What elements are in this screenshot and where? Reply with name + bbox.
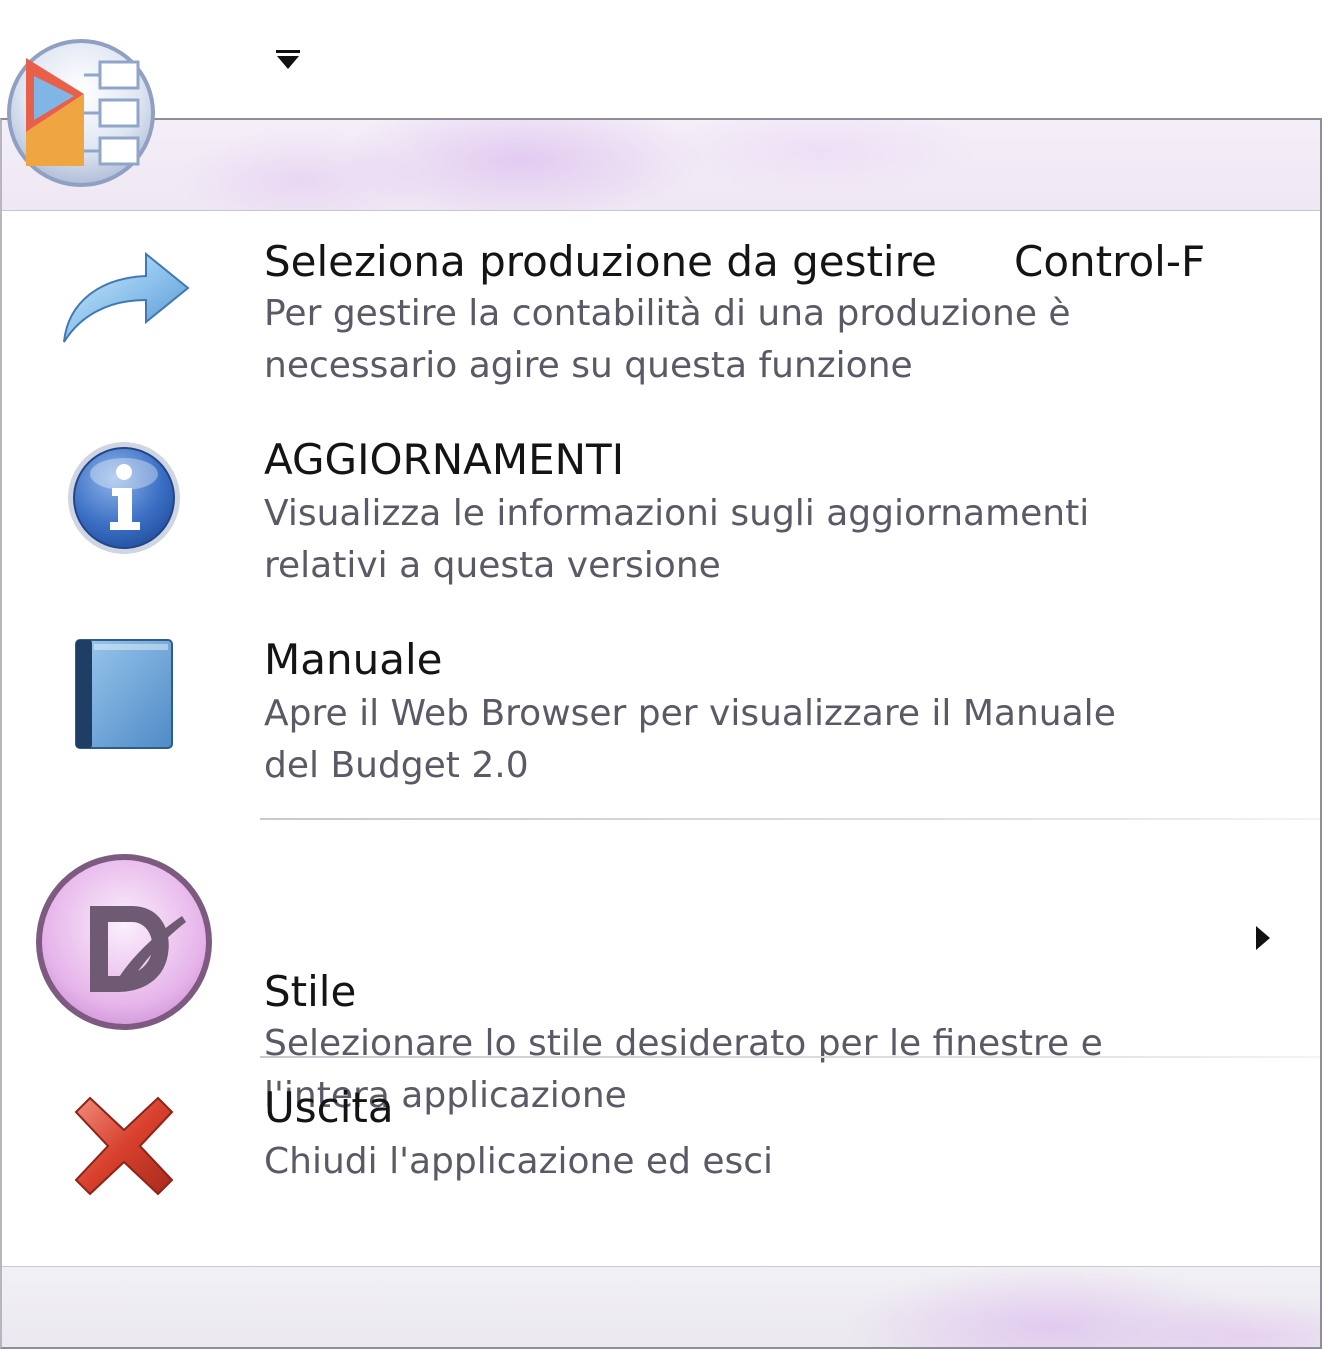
application-window: Seleziona produzione da gestire Control-…	[0, 0, 1329, 1349]
description-line: Visualizza le informazioni sugli aggiorn…	[264, 493, 1090, 534]
info-icon	[64, 438, 184, 558]
close-icon	[72, 1094, 176, 1198]
menu-separator	[260, 1056, 1320, 1058]
keyboard-shortcut: Control-F	[1014, 237, 1206, 286]
menu-item-description: Chiudi l'applicazione ed esci	[264, 1136, 1204, 1188]
menu-item-title: AGGIORNAMENTI	[264, 435, 625, 484]
application-menu-button[interactable]	[4, 36, 158, 190]
description-line: Apre il Web Browser per visualizzare il …	[264, 693, 1116, 734]
description-line: Chiudi l'applicazione ed esci	[264, 1141, 774, 1182]
quick-access-dropdown-button[interactable]	[270, 40, 306, 76]
menu-item-style[interactable]: Stile Selezionare lo stile desiderato pe…	[2, 822, 1320, 1116]
style-icon	[32, 850, 216, 1034]
description-line: relativi a questa versione	[264, 545, 721, 586]
menu-item-select-production[interactable]: Seleziona produzione da gestire Control-…	[2, 212, 1320, 412]
menu-item-title: Stile	[264, 967, 357, 1016]
menu-item-title: Uscita	[264, 1083, 394, 1132]
forward-arrow-icon	[54, 242, 194, 352]
application-orb-icon	[7, 39, 155, 187]
menu-item-description: Per gestire la contabilità di una produz…	[264, 288, 1204, 392]
menu-separator	[260, 818, 1320, 820]
description-line: Per gestire la contabilità di una produz…	[264, 293, 1071, 334]
menu-footer	[2, 1266, 1320, 1347]
submenu-arrow-icon	[1256, 926, 1270, 950]
description-line: necessario agire su questa funzione	[264, 345, 913, 386]
menu-item-title: Manuale	[264, 635, 443, 684]
menu-item-description: Apre il Web Browser per visualizzare il …	[264, 688, 1204, 792]
description-line: del Budget 2.0	[264, 745, 529, 786]
menu-item-updates[interactable]: AGGIORNAMENTI Visualizza le informazioni…	[2, 412, 1320, 612]
quick-access-toolbar	[0, 0, 1329, 120]
book-icon	[72, 636, 176, 752]
window-edge	[1322, 0, 1329, 1349]
menu-header	[2, 120, 1320, 211]
menu-item-title: Seleziona produzione da gestire	[264, 237, 937, 286]
dropdown-arrow-icon	[276, 50, 300, 69]
menu-item-manual[interactable]: Manuale Apre il Web Browser per visualiz…	[2, 612, 1320, 818]
menu-item-exit[interactable]: Uscita Chiudi l'applicazione ed esci	[2, 1060, 1320, 1210]
menu-item-description: Visualizza le informazioni sugli aggiorn…	[264, 488, 1204, 592]
application-menu: Seleziona produzione da gestire Control-…	[0, 118, 1322, 1349]
